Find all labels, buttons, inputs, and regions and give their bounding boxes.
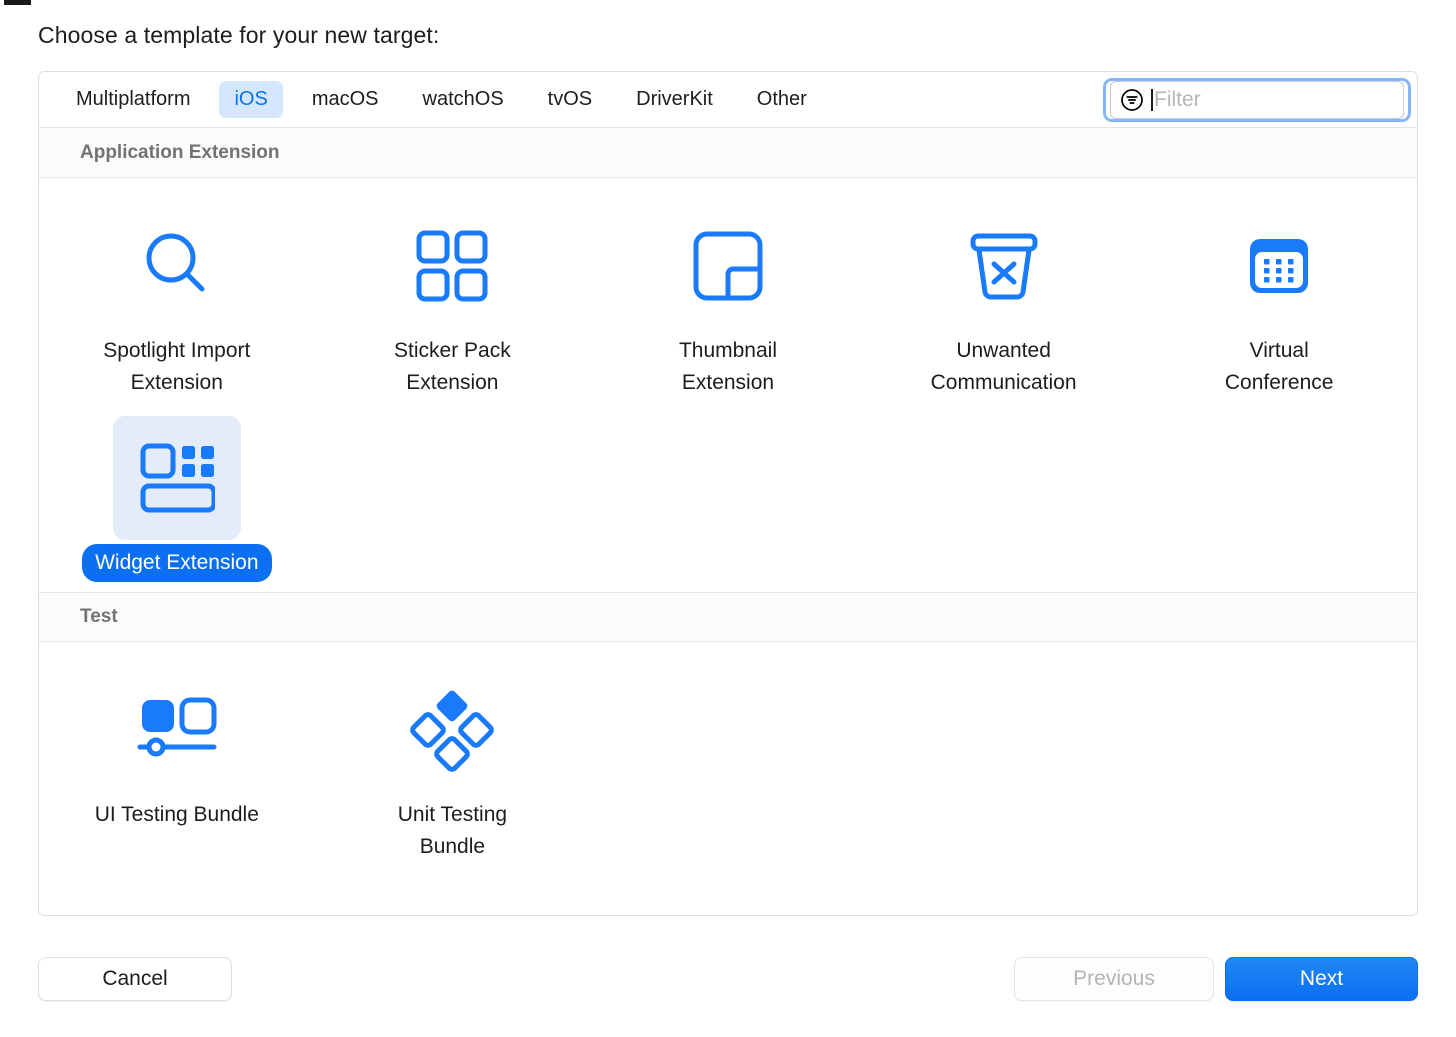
template-sticker-pack-extension[interactable]: Sticker Pack Extension [315, 196, 591, 402]
section-header-test: Test [39, 592, 1417, 642]
filter-field-focus-ring: Filter [1103, 78, 1411, 122]
icon-container [388, 668, 516, 792]
grid-spacer [1141, 660, 1417, 866]
filter-input[interactable]: Filter [1110, 81, 1404, 119]
screen-edge-artifact [4, 0, 31, 5]
next-button[interactable]: Next [1225, 957, 1418, 1001]
icon-container [940, 204, 1068, 328]
template-label: Unit Testing Bundle [355, 796, 550, 866]
trash-bin-x-icon [964, 226, 1044, 306]
tab-ios[interactable]: iOS [219, 81, 282, 118]
template-panel: Multiplatform iOS macOS watchOS tvOS Dri… [38, 71, 1418, 916]
application-extension-grid: Spotlight Import Extension Sticker Pack … [39, 178, 1417, 592]
widget-blocks-icon [139, 442, 215, 514]
ui-test-squares-slider-icon [137, 696, 217, 764]
icon-container [388, 204, 516, 328]
text-caret [1151, 89, 1153, 111]
template-label: Sticker Pack Extension [355, 332, 550, 402]
template-widget-extension[interactable]: Widget Extension [39, 408, 315, 582]
tab-tvos[interactable]: tvOS [533, 81, 607, 118]
template-label-selected: Widget Extension [82, 544, 271, 582]
four-squares-grid-icon [412, 226, 492, 306]
filter-lines-circle-icon [1120, 88, 1144, 112]
icon-container-selected [113, 416, 241, 540]
tab-watchos[interactable]: watchOS [408, 81, 519, 118]
template-unwanted-communication[interactable]: Unwanted Communication [866, 196, 1142, 402]
test-grid: UI Testing Bundle Unit Testing Bundle [39, 642, 1417, 876]
previous-button[interactable]: Previous [1014, 957, 1214, 1001]
filter-placeholder: Filter [1154, 88, 1201, 112]
tab-other[interactable]: Other [742, 81, 822, 118]
template-label: Thumbnail Extension [630, 332, 825, 402]
tab-multiplatform[interactable]: Multiplatform [61, 81, 205, 118]
template-label: Spotlight Import Extension [79, 332, 274, 402]
tab-driverkit[interactable]: DriverKit [621, 81, 728, 118]
platform-tab-bar: Multiplatform iOS macOS watchOS tvOS Dri… [39, 72, 1417, 128]
icon-container [113, 204, 241, 328]
cancel-button[interactable]: Cancel [38, 957, 232, 1001]
grid-spacer [590, 408, 866, 582]
grid-spacer [866, 408, 1142, 582]
new-target-template-chooser: Choose a template for your new target: M… [0, 0, 1456, 1037]
grid-spacer [590, 660, 866, 866]
template-label: Unwanted Communication [906, 332, 1101, 402]
tab-macos[interactable]: macOS [297, 81, 394, 118]
template-label: Virtual Conference [1182, 332, 1377, 402]
dialog-footer: Cancel Previous Next [0, 938, 1456, 1037]
template-unit-testing-bundle[interactable]: Unit Testing Bundle [315, 660, 591, 866]
thumbnail-corner-icon [688, 226, 768, 306]
icon-container [1215, 204, 1343, 328]
grid-spacer [1141, 408, 1417, 582]
template-thumbnail-extension[interactable]: Thumbnail Extension [590, 196, 866, 402]
grid-spacer [315, 408, 591, 582]
magnifying-glass-icon [136, 225, 218, 307]
template-virtual-conference[interactable]: Virtual Conference [1141, 196, 1417, 402]
four-diamonds-icon [410, 688, 494, 772]
template-ui-testing-bundle[interactable]: UI Testing Bundle [39, 660, 315, 866]
icon-container [113, 668, 241, 792]
template-spotlight-import-extension[interactable]: Spotlight Import Extension [39, 196, 315, 402]
section-header-application-extension: Application Extension [39, 128, 1417, 178]
icon-container [664, 204, 792, 328]
template-label: UI Testing Bundle [82, 796, 272, 834]
page-title: Choose a template for your new target: [38, 22, 439, 49]
grid-spacer [866, 660, 1142, 866]
calendar-dots-icon [1239, 226, 1319, 306]
